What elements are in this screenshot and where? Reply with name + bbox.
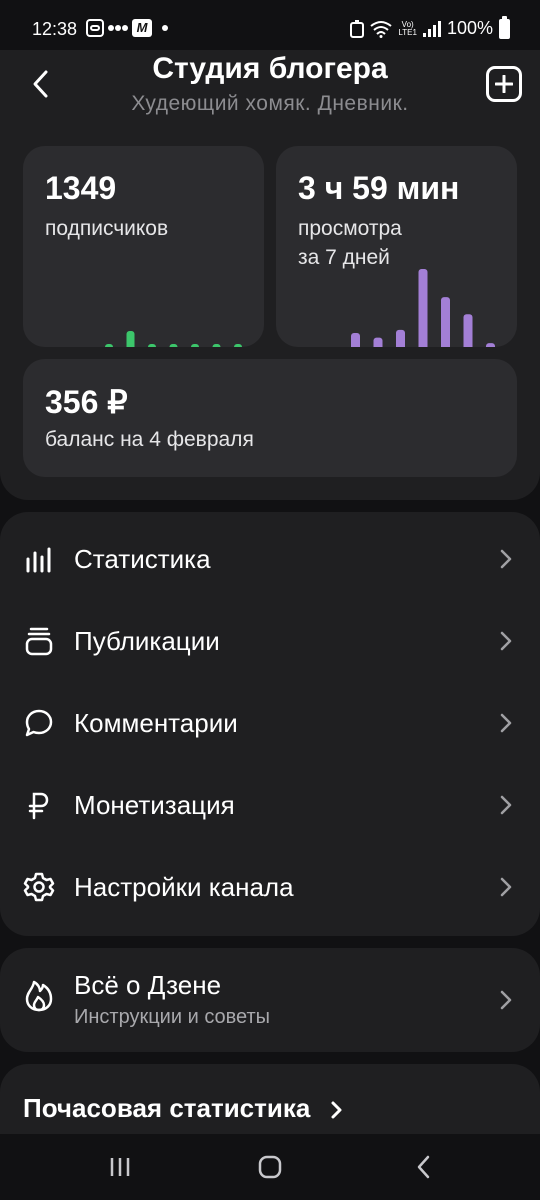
subscribers-card[interactable]: 1349 подписчиков xyxy=(23,146,264,347)
chevron-right-icon xyxy=(498,711,514,735)
hourly-stats-title: Почасовая статистика xyxy=(23,1093,344,1124)
add-publication-button[interactable] xyxy=(486,66,522,102)
balance-label: баланс на 4 февраля xyxy=(45,428,254,451)
wifi-icon xyxy=(370,20,393,38)
balance-card[interactable]: 356 ₽ баланс на 4 февраля xyxy=(23,359,517,477)
chevron-right-icon xyxy=(498,793,514,817)
plus-icon xyxy=(495,75,513,93)
chart-bar xyxy=(126,331,135,347)
about-dzen-card[interactable]: Всё о Дзене Инструкции и советы xyxy=(0,948,540,1052)
menu-label: Настройки канала xyxy=(74,871,294,902)
chevron-right-icon xyxy=(498,547,514,571)
system-back-button[interactable] xyxy=(404,1152,444,1182)
chevron-right-icon xyxy=(331,1101,342,1119)
chart-bar xyxy=(191,344,199,347)
chart-bar xyxy=(234,344,242,347)
stack-icon xyxy=(22,624,56,658)
about-dzen-title: Всё о Дзене xyxy=(74,970,222,1000)
studio-menu: Статистика Публикации Комментарии Монети… xyxy=(0,512,540,936)
status-right: Vo) LTE1 100% xyxy=(350,15,510,39)
menu-label: Монетизация xyxy=(74,789,235,820)
chevron-right-icon xyxy=(498,629,514,653)
channel-name: Худеющий хомяк. Дневник. xyxy=(131,92,409,115)
app-header: Студия блогера Худеющий хомяк. Дневник. xyxy=(0,50,540,125)
chart-bar xyxy=(463,314,473,347)
recent-apps-icon xyxy=(110,1158,130,1176)
views-mini-chart xyxy=(351,269,495,347)
chart-bar xyxy=(418,269,428,347)
home-button[interactable] xyxy=(250,1152,290,1182)
stats-section: 1349 подписчиков 3 ч 59 мин просмотра за… xyxy=(0,125,540,500)
chart-bar xyxy=(148,344,156,347)
menu-item-comments[interactable]: Комментарии xyxy=(0,682,540,764)
menu-label: Статистика xyxy=(74,543,211,574)
page-title: Студия блогера xyxy=(152,52,388,85)
chart-bar xyxy=(373,337,383,347)
menu-label: Комментарии xyxy=(74,707,238,738)
subscribers-count: 1349 xyxy=(45,170,117,206)
menu-item-monetization[interactable]: Монетизация xyxy=(0,764,540,846)
status-time: 12:38 xyxy=(32,19,78,39)
battery-percent: 100% xyxy=(446,18,493,38)
views-card[interactable]: 3 ч 59 мин просмотра за 7 дней xyxy=(276,146,517,347)
mail-notification-icon: M xyxy=(132,19,152,37)
chart-bar xyxy=(486,343,495,347)
community-notification-icon xyxy=(108,25,128,31)
flame-icon xyxy=(22,978,56,1012)
menu-item-publications[interactable]: Публикации xyxy=(0,600,540,682)
views-duration: 3 ч 59 мин xyxy=(298,170,460,206)
chart-bar xyxy=(105,344,113,347)
gear-icon xyxy=(22,870,56,904)
menu-label: Публикации xyxy=(74,625,220,656)
menu-item-statistics[interactable]: Статистика xyxy=(0,518,540,600)
balance-amount: 356 ₽ xyxy=(45,384,128,420)
menu-item-channel-settings[interactable]: Настройки канала xyxy=(0,846,540,928)
chart-bar xyxy=(351,332,360,347)
lte-indicator: Vo) LTE1 xyxy=(398,19,417,37)
home-icon xyxy=(258,1155,282,1179)
signal-icon xyxy=(422,20,441,37)
chevron-right-icon xyxy=(498,988,514,1012)
chart-bar xyxy=(396,329,405,347)
bar-chart-icon xyxy=(22,542,56,576)
nfc-icon xyxy=(350,19,365,38)
chart-bar xyxy=(212,344,221,347)
subscribers-label: подписчиков xyxy=(45,217,169,240)
hourly-stats-section[interactable]: Почасовая статистика xyxy=(0,1064,540,1134)
more-notifications-icon xyxy=(162,25,168,31)
notification-icons: M xyxy=(86,19,168,37)
battery-icon xyxy=(499,15,510,39)
chevron-right-icon xyxy=(498,875,514,899)
chart-bar xyxy=(169,344,178,347)
about-dzen-subtitle: Инструкции и советы xyxy=(74,1006,271,1028)
ruble-icon xyxy=(22,788,56,822)
speech-bubble-icon xyxy=(22,706,56,740)
chart-bar xyxy=(441,297,450,347)
subscribers-mini-chart xyxy=(105,331,242,347)
back-icon xyxy=(417,1155,430,1179)
recent-apps-button[interactable] xyxy=(100,1152,140,1182)
system-nav-bar xyxy=(0,1134,540,1200)
app-notification-icon xyxy=(86,19,104,37)
